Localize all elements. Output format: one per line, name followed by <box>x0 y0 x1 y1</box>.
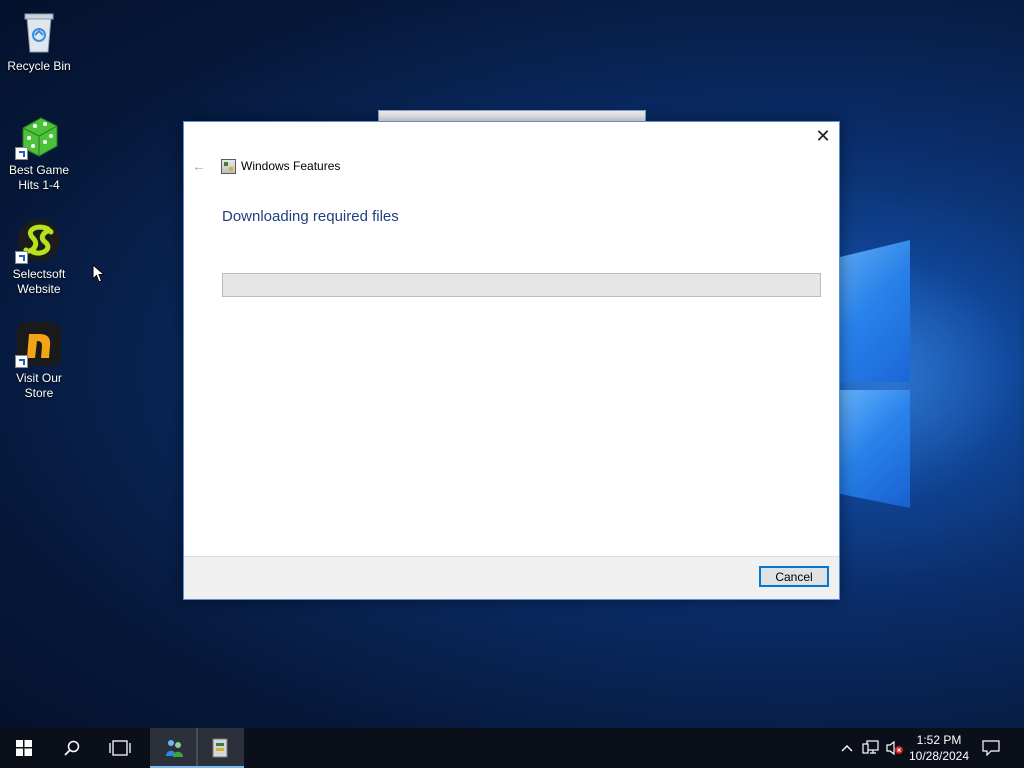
windows-features-icon <box>212 738 228 758</box>
task-view-icon <box>109 740 131 756</box>
close-icon: ✕ <box>815 125 831 146</box>
taskbar-app-network-people[interactable] <box>150 728 198 768</box>
clock-time: 1:52 PM <box>916 733 962 747</box>
windows-start-icon <box>16 740 32 756</box>
cancel-button[interactable]: Cancel <box>759 566 829 587</box>
desktop-icon-label: Recycle Bin <box>7 59 71 73</box>
clock-date: 10/28/2024 <box>908 749 970 763</box>
show-hidden-icons-button[interactable] <box>838 728 856 768</box>
wallpaper-logo-pane <box>840 240 910 382</box>
network-people-icon <box>166 740 183 757</box>
action-center-button[interactable] <box>976 728 1006 768</box>
windows-features-dialog: ✕ ← Windows Features Downloading require… <box>183 121 840 600</box>
start-button[interactable] <box>0 728 48 768</box>
notification-icon <box>982 740 1000 756</box>
back-button[interactable]: ← <box>192 158 206 174</box>
dialog-footer: Cancel <box>184 556 839 599</box>
search-button[interactable] <box>48 728 96 768</box>
selectsoft-logo-icon <box>15 216 63 264</box>
network-tray-button[interactable] <box>860 728 882 768</box>
taskbar-clock[interactable]: 1:52 PM 10/28/2024 <box>906 732 972 764</box>
desktop-icon-recycle-bin[interactable]: Recycle Bin <box>4 8 74 74</box>
search-icon <box>64 740 80 756</box>
desktop-icon-label: Selectsoft Website <box>12 267 66 296</box>
shortcut-arrow-icon <box>15 251 28 264</box>
volume-muted-icon <box>886 740 903 756</box>
download-progress-bar <box>222 273 821 297</box>
chevron-up-icon <box>841 745 853 752</box>
close-button[interactable]: ✕ <box>807 122 839 150</box>
dice-icon <box>15 112 63 160</box>
back-arrow-icon: ← <box>192 158 206 174</box>
wallpaper-logo-pane <box>840 390 910 508</box>
volume-tray-button[interactable] <box>884 728 906 768</box>
desktop-icon-selectsoft-website[interactable]: Selectsoft Website <box>4 216 74 297</box>
taskbar-app-windows-features[interactable] <box>196 728 244 768</box>
desktop-icon-best-game-hits[interactable]: Best Game Hits 1-4 <box>4 112 74 193</box>
shortcut-arrow-icon <box>15 355 28 368</box>
task-view-button[interactable] <box>96 728 144 768</box>
shortcut-arrow-icon <box>15 147 28 160</box>
network-icon <box>862 740 879 754</box>
status-heading: Downloading required files <box>222 208 399 225</box>
desktop-icon-label: Best Game Hits 1-4 <box>8 163 70 192</box>
store-logo-icon <box>15 320 63 368</box>
windows-features-icon <box>221 159 236 174</box>
recycle-bin-icon <box>15 8 63 56</box>
dialog-title: Windows Features <box>241 159 341 173</box>
taskbar: 1:52 PM 10/28/2024 <box>0 728 1024 768</box>
desktop-icon-visit-our-store[interactable]: Visit Our Store <box>4 320 74 401</box>
desktop-icon-label: Visit Our Store <box>16 371 62 400</box>
